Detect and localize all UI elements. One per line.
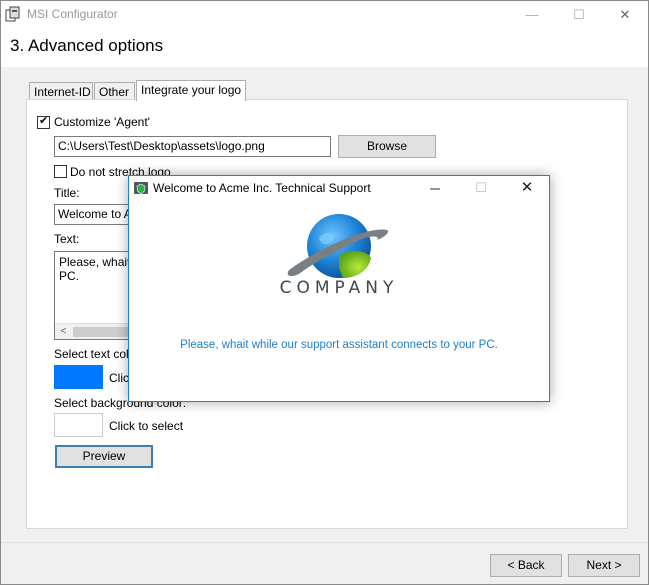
title-bar: MSI Configurator — ☐ ✕	[1, 1, 648, 28]
bg-color-swatch[interactable]	[54, 413, 103, 437]
customize-agent-label: Customize 'Agent'	[54, 115, 150, 129]
installer-app-icon	[5, 6, 20, 22]
dialog-close-button[interactable]: ✕	[504, 176, 550, 203]
close-button[interactable]: ✕	[602, 1, 648, 28]
logo-path-field[interactable]: C:\Users\Test\Desktop\assets\logo.png	[54, 136, 331, 157]
no-stretch-checkbox[interactable]	[54, 165, 67, 178]
preview-button[interactable]: Preview	[55, 445, 153, 468]
minimize-icon	[430, 188, 440, 190]
shield-icon	[134, 182, 148, 195]
text-color-swatch[interactable]	[54, 365, 103, 389]
preview-dialog: Welcome to Acme Inc. Technical Support ☐…	[128, 175, 550, 402]
text-label: Text:	[54, 232, 80, 246]
tab-integrate-logo[interactable]: Integrate your logo	[136, 80, 246, 101]
title-label: Title:	[54, 186, 80, 200]
dialog-minimize-button[interactable]	[412, 176, 458, 203]
customize-agent-checkbox[interactable]: ✔	[37, 115, 50, 129]
back-button[interactable]: < Back	[490, 554, 562, 577]
dialog-title: Welcome to Acme Inc. Technical Support	[153, 181, 371, 195]
browse-button[interactable]: Browse	[338, 135, 436, 158]
dialog-message: Please, whait while our support assistan…	[180, 339, 498, 351]
minimize-button[interactable]: —	[509, 1, 555, 28]
window-title: MSI Configurator	[27, 7, 118, 21]
scroll-left-icon[interactable]: <	[55, 324, 72, 339]
company-logo-text: COMPANY	[279, 278, 399, 298]
page-title: 3. Advanced options	[10, 36, 164, 55]
bg-color-select-link[interactable]: Click to select	[109, 419, 183, 433]
maximize-button[interactable]: ☐	[556, 1, 602, 28]
page-header: 3. Advanced options	[1, 28, 648, 67]
dialog-maximize-button[interactable]: ☐	[458, 176, 504, 203]
check-mark-icon: ✔	[39, 115, 49, 127]
next-button[interactable]: Next >	[568, 554, 640, 577]
footer-divider	[1, 542, 648, 543]
